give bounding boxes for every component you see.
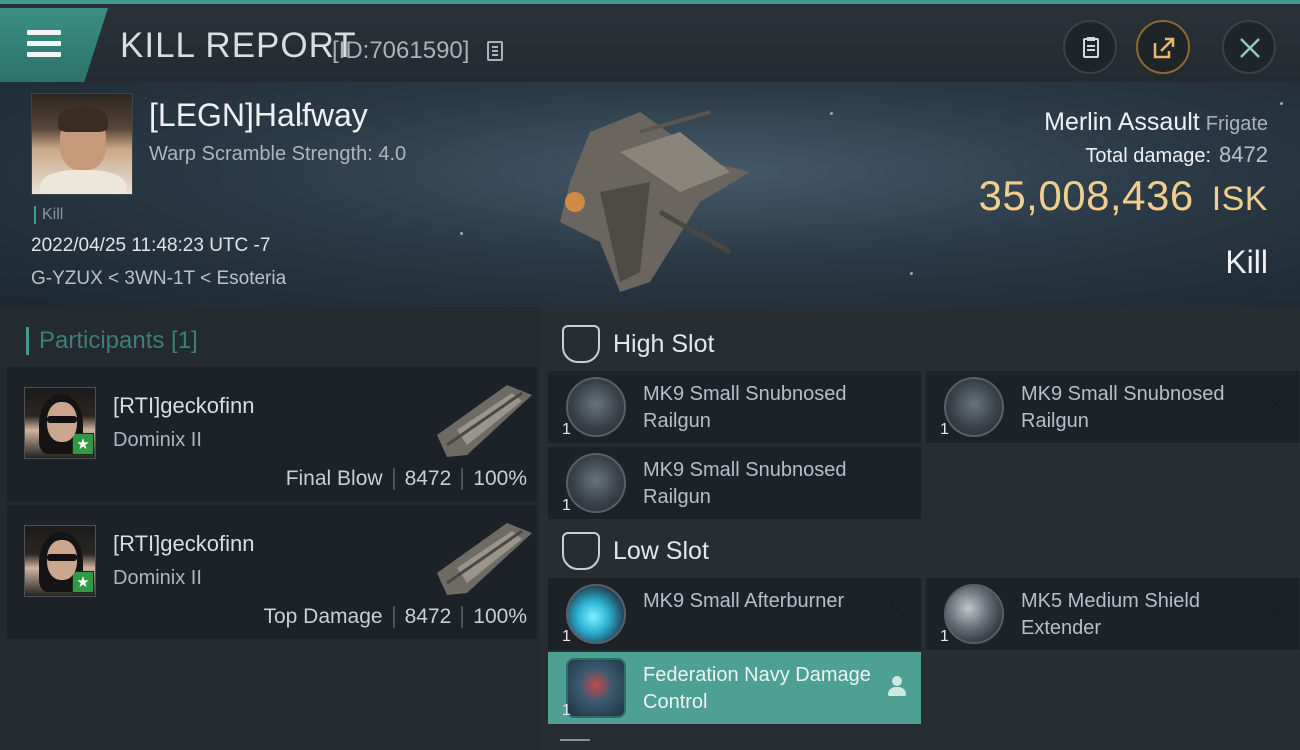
close-icon <box>1240 38 1260 58</box>
participant-role: Final Blow <box>285 467 383 490</box>
module-item[interactable]: 1 MK9 Small Snubnosed Railgun <box>548 447 921 519</box>
report-id: [ID:7061590] <box>332 37 470 64</box>
participants-panel: Participants [1] ★ [RTI]geckofinn Domini… <box>0 307 540 750</box>
kill-datetime: 2022/04/25 11:48:23 UTC -7 <box>31 235 271 256</box>
module-item-selected[interactable]: 1 Federation Navy Damage Control <box>548 652 921 724</box>
ship-class: Frigate <box>1205 113 1268 135</box>
railgun-icon <box>566 453 626 513</box>
participant-card[interactable]: ★ [RTI]geckofinn Dominix II Top Damage 84… <box>7 505 537 639</box>
participant-percent: 100% <box>473 605 527 628</box>
victim-summary: [LEGN]Halfway Warp Scramble Strength: 4.… <box>0 82 1300 307</box>
module-name: MK9 Small Snubnosed Railgun <box>643 459 847 508</box>
module-quantity: 1 <box>562 421 571 438</box>
low-slot-icon <box>562 532 600 570</box>
participants-header: Participants [1] <box>26 327 198 355</box>
page-title: KILL REPORT <box>120 26 357 65</box>
share-button[interactable] <box>1136 20 1190 74</box>
menu-button[interactable] <box>0 8 108 82</box>
module-item[interactable]: 1 MK5 Medium Shield Extender <box>926 578 1299 650</box>
victim-subtitle: Warp Scramble Strength: 4.0 <box>149 143 407 165</box>
next-slot-header-partial <box>560 739 590 750</box>
close-icon[interactable] <box>1265 393 1287 415</box>
railgun-icon <box>944 377 1004 437</box>
damage-control-icon <box>566 658 626 718</box>
kill-tag: Kill <box>34 206 63 224</box>
module-quantity: 1 <box>562 628 571 645</box>
participant-ship: Dominix II <box>113 567 202 589</box>
menu-icon <box>27 30 61 58</box>
module-name: Federation Navy Damage Control <box>643 664 871 713</box>
module-name: MK9 Small Afterburner <box>643 590 845 612</box>
module-quantity: 1 <box>562 497 571 514</box>
participant-damage: 8472 <box>404 467 452 490</box>
kill-location[interactable]: G-YZUX < 3WN-1T < Esoteria <box>31 268 286 290</box>
star-icon: ★ <box>72 433 94 455</box>
close-icon[interactable] <box>887 600 909 622</box>
participant-role: Top Damage <box>263 605 383 628</box>
low-slot-header: Low Slot <box>548 522 1300 578</box>
module-item[interactable]: 1 MK9 Small Snubnosed Railgun <box>926 371 1299 443</box>
participant-ship-image <box>437 385 532 457</box>
participant-damage: 8472 <box>404 605 452 628</box>
fitting-panel: High Slot 1 MK9 Small Snubnosed Railgun … <box>540 307 1300 750</box>
participant-percent: 100% <box>473 467 527 490</box>
module-quantity: 1 <box>562 702 571 719</box>
participant-stats: Final Blow 8472 100% <box>286 467 527 491</box>
close-button[interactable] <box>1222 20 1276 74</box>
copy-icon[interactable] <box>487 41 503 61</box>
module-item[interactable]: 1 MK9 Small Snubnosed Railgun <box>548 371 921 443</box>
victim-name[interactable]: [LEGN]Halfway <box>149 97 368 134</box>
victim-avatar[interactable] <box>31 93 133 195</box>
close-icon[interactable] <box>887 469 909 491</box>
star-icon: ★ <box>72 571 94 593</box>
ship-name[interactable]: Merlin Assault <box>1044 108 1200 136</box>
victim-ship-name: Merlin Assault Frigate <box>1044 108 1268 137</box>
module-name: MK9 Small Snubnosed Railgun <box>643 383 847 432</box>
railgun-icon <box>566 377 626 437</box>
participant-name: [RTI]geckofinn <box>113 531 255 556</box>
participant-ship: Dominix II <box>113 429 202 451</box>
clipboard-button[interactable] <box>1063 20 1117 74</box>
top-bar: KILL REPORT [ID:7061590] <box>0 0 1300 82</box>
isk-unit: ISK <box>1211 180 1268 218</box>
participant-ship-image <box>437 523 532 595</box>
total-damage-value: 8472 <box>1219 142 1268 167</box>
participant-stats: Top Damage 8472 100% <box>263 605 527 629</box>
person-icon[interactable] <box>885 674 909 698</box>
close-icon[interactable] <box>887 393 909 415</box>
kill-result: Kill <box>1225 244 1268 280</box>
module-quantity: 1 <box>940 628 949 645</box>
participant-name: [RTI]geckofinn <box>113 393 255 418</box>
afterburner-icon <box>566 584 626 644</box>
module-quantity: 1 <box>940 421 949 438</box>
close-icon[interactable] <box>1265 600 1287 622</box>
module-name: MK5 Medium Shield Extender <box>1021 590 1200 639</box>
total-damage-label: Total damage: <box>1085 145 1212 167</box>
total-damage: Total damage: 8472 <box>1085 142 1268 168</box>
high-slot-header: High Slot <box>548 315 1300 371</box>
isk-amount: 35,008,436 <box>978 172 1194 219</box>
high-slot-label: High Slot <box>613 330 715 358</box>
low-slot-label: Low Slot <box>613 537 709 565</box>
clipboard-icon <box>1083 37 1099 58</box>
victim-ship-image[interactable] <box>530 92 770 302</box>
high-slot-icon <box>562 325 600 363</box>
participant-card[interactable]: ★ [RTI]geckofinn Dominix II Final Blow 84… <box>7 367 537 501</box>
share-icon <box>1153 37 1175 59</box>
isk-value: 35,008,436 ISK <box>978 172 1268 220</box>
module-name: MK9 Small Snubnosed Railgun <box>1021 383 1225 432</box>
module-item[interactable]: 1 MK9 Small Afterburner <box>548 578 921 650</box>
shield-extender-icon <box>944 584 1004 644</box>
